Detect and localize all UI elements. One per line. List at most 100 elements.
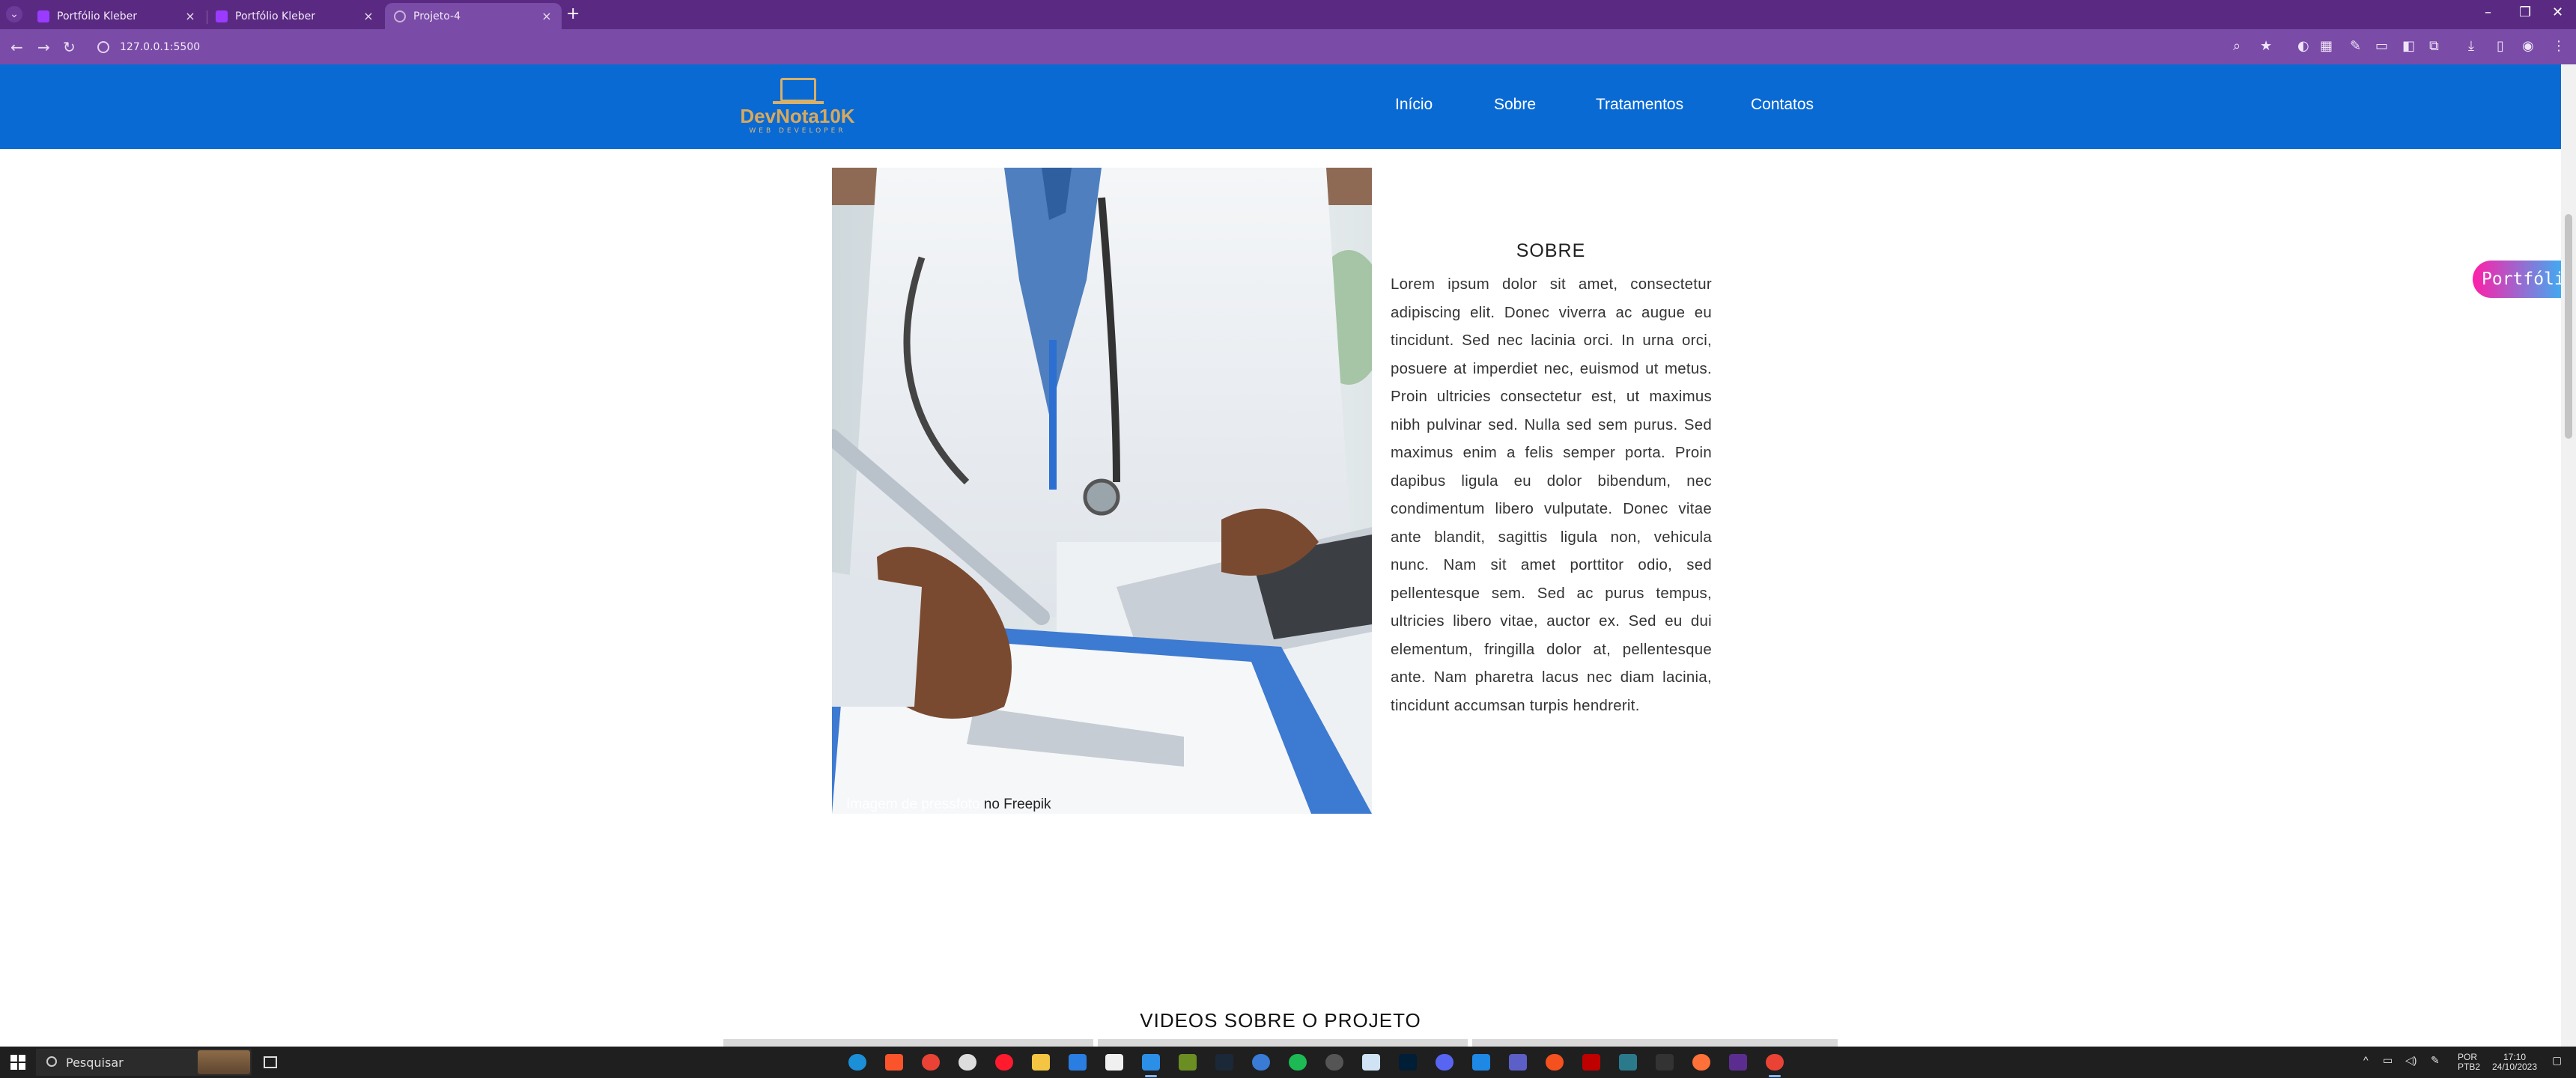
site-logo[interactable]: DevNota10K WEB DEVELOPER: [738, 78, 857, 138]
app-icon[interactable]: [1252, 1054, 1270, 1071]
task-view-icon[interactable]: [264, 1056, 277, 1068]
minecraft-icon[interactable]: [1179, 1054, 1197, 1071]
edge-icon[interactable]: [848, 1054, 866, 1071]
about-text: Lorem ipsum dolor sit amet, consectetur …: [1391, 276, 1712, 714]
taskbar-search-box[interactable]: Pesquisar: [36, 1049, 252, 1076]
code-editor-icon[interactable]: [1656, 1054, 1674, 1071]
nav-sobre[interactable]: Sobre: [1494, 96, 1536, 114]
zoom-icon[interactable]: ⌕: [2233, 38, 2241, 54]
maximize-icon[interactable]: ❐: [2519, 4, 2531, 20]
clock[interactable]: 17:10 24/10/2023: [2491, 1053, 2539, 1072]
chrome-icon[interactable]: [922, 1054, 940, 1071]
laptop-base: [773, 101, 824, 104]
nav-tratamentos[interactable]: Tratamentos: [1596, 96, 1683, 114]
site-header: DevNota10K WEB DEVELOPER Início Sobre Tr…: [0, 64, 2561, 149]
chrome-active-icon[interactable]: [1766, 1054, 1784, 1077]
network-icon[interactable]: ▭: [2383, 1055, 2393, 1065]
profile-icon[interactable]: ◉: [2522, 38, 2534, 54]
discord-icon[interactable]: [1436, 1054, 1453, 1071]
doctor-photo: [832, 168, 1372, 814]
browser-toolbar: ← → ↻ 127.0.0.1:5500 ⌕ ★ ◐ ▦ ✎ ▭ ◧ ⧉ ⤓ ▯…: [0, 29, 2576, 64]
site-info-icon[interactable]: [97, 40, 109, 53]
brave-icon[interactable]: [885, 1054, 903, 1071]
close-tab-icon[interactable]: ×: [184, 9, 196, 23]
close-tab-icon[interactable]: ×: [362, 9, 374, 23]
keyboard-layout: PTB2: [2458, 1062, 2481, 1072]
store-icon[interactable]: [1105, 1054, 1123, 1071]
browser-tab-active[interactable]: Projeto-4 ×: [385, 3, 562, 29]
portfolio-button[interactable]: Portfólio: [2473, 261, 2561, 298]
address-url: 127.0.0.1:5500: [120, 40, 201, 53]
side-panel-icon[interactable]: ▯: [2497, 38, 2504, 54]
close-window-icon[interactable]: ✕: [2552, 4, 2563, 20]
browser-tab[interactable]: Portfólio Kleber ×: [28, 3, 205, 29]
new-tab-button[interactable]: +: [566, 6, 580, 22]
tab-search-icon[interactable]: ⌄: [6, 6, 22, 22]
firefox-icon[interactable]: [1692, 1054, 1710, 1071]
photo-credit-link[interactable]: Imagem de pressfoto: [846, 797, 979, 812]
logo-name: DevNota10K: [740, 105, 855, 127]
eyedropper-icon[interactable]: ✎: [2350, 38, 2361, 54]
windows-start-icon[interactable]: [10, 1055, 25, 1070]
extension-icon[interactable]: ◐: [2297, 38, 2309, 54]
download-icon[interactable]: ⤓: [2468, 38, 2474, 54]
laptop-icon: [780, 78, 816, 102]
logo-tagline: WEB DEVELOPER: [749, 127, 846, 135]
close-tab-icon[interactable]: ×: [541, 9, 553, 23]
browser-tab-strip: ⌄ Portfólio Kleber × Portfólio Kleber × …: [0, 0, 2576, 29]
tab-title: Projeto-4: [413, 10, 461, 22]
menu-kebab-icon[interactable]: ⋮: [2552, 38, 2566, 54]
bookmark-star-icon[interactable]: ★: [2260, 38, 2272, 54]
app-icon[interactable]: [1362, 1054, 1380, 1071]
extension-color-icon[interactable]: ▦: [2320, 38, 2333, 54]
spotify-icon[interactable]: [1289, 1054, 1307, 1071]
filezilla-icon[interactable]: [1582, 1054, 1600, 1071]
page-scrollbar[interactable]: [2561, 64, 2576, 1047]
app-icon[interactable]: [1619, 1054, 1637, 1071]
portfolio-favicon-icon: [216, 10, 228, 22]
minimize-icon[interactable]: –: [2485, 4, 2491, 20]
doctor-photo-illustration: [832, 168, 1372, 814]
app-icon[interactable]: [1472, 1054, 1490, 1071]
address-bar[interactable]: 127.0.0.1:5500: [87, 34, 2258, 59]
tab-title: Portfólio Kleber: [57, 10, 137, 22]
video-card[interactable]: [1472, 1039, 1838, 1047]
forward-icon[interactable]: →: [37, 38, 50, 56]
nav-inicio[interactable]: Início: [1395, 96, 1433, 114]
page-viewport: DevNota10K WEB DEVELOPER Início Sobre Tr…: [0, 64, 2561, 1047]
about-title: SOBRE: [1516, 240, 1586, 261]
vscode-icon[interactable]: [1142, 1054, 1160, 1077]
language-indicator[interactable]: POR PTB2: [2458, 1053, 2480, 1072]
windows-taskbar: Pesquisar ^ ▭ ◁) ✎ POR PTB2 17:10 24/10/…: [0, 1047, 2576, 1078]
mail-icon[interactable]: [1069, 1054, 1087, 1071]
portfolio-favicon-icon: [37, 10, 49, 22]
browser-tab[interactable]: Portfólio Kleber ×: [207, 3, 383, 29]
tab-title: Portfólio Kleber: [235, 10, 315, 22]
taskbar-search-placeholder: Pesquisar: [66, 1055, 124, 1070]
tray-overflow-icon[interactable]: ^: [2363, 1055, 2369, 1065]
app-icon[interactable]: [959, 1054, 976, 1071]
opera-icon[interactable]: [995, 1054, 1013, 1071]
scrollbar-thumb[interactable]: [2565, 214, 2572, 439]
app-icon[interactable]: [1729, 1054, 1747, 1071]
photo-credit: Imagem de pressfoto no Freepik: [846, 797, 1051, 813]
photoshop-icon[interactable]: [1399, 1054, 1417, 1071]
extension-icon[interactable]: ▭: [2375, 38, 2388, 54]
extensions-puzzle-icon[interactable]: ⧉: [2429, 38, 2439, 54]
teams-icon[interactable]: [1509, 1054, 1527, 1071]
file-explorer-icon[interactable]: [1032, 1054, 1050, 1071]
video-card[interactable]: [723, 1039, 1093, 1047]
notifications-icon[interactable]: ▢: [2552, 1055, 2562, 1065]
translate-icon[interactable]: ◧: [2402, 38, 2415, 54]
pen-icon[interactable]: ✎: [2431, 1055, 2440, 1065]
steam-icon[interactable]: [1215, 1054, 1233, 1071]
video-card[interactable]: [1098, 1039, 1468, 1047]
volume-icon[interactable]: ◁): [2405, 1055, 2416, 1065]
settings-icon[interactable]: [1325, 1054, 1343, 1071]
back-icon[interactable]: ←: [10, 38, 23, 56]
reload-icon[interactable]: ↻: [63, 38, 76, 56]
nav-contatos[interactable]: Contatos: [1751, 96, 1814, 114]
search-highlight-image: [198, 1050, 250, 1074]
search-icon: [46, 1056, 57, 1067]
app-icon[interactable]: [1546, 1054, 1564, 1071]
